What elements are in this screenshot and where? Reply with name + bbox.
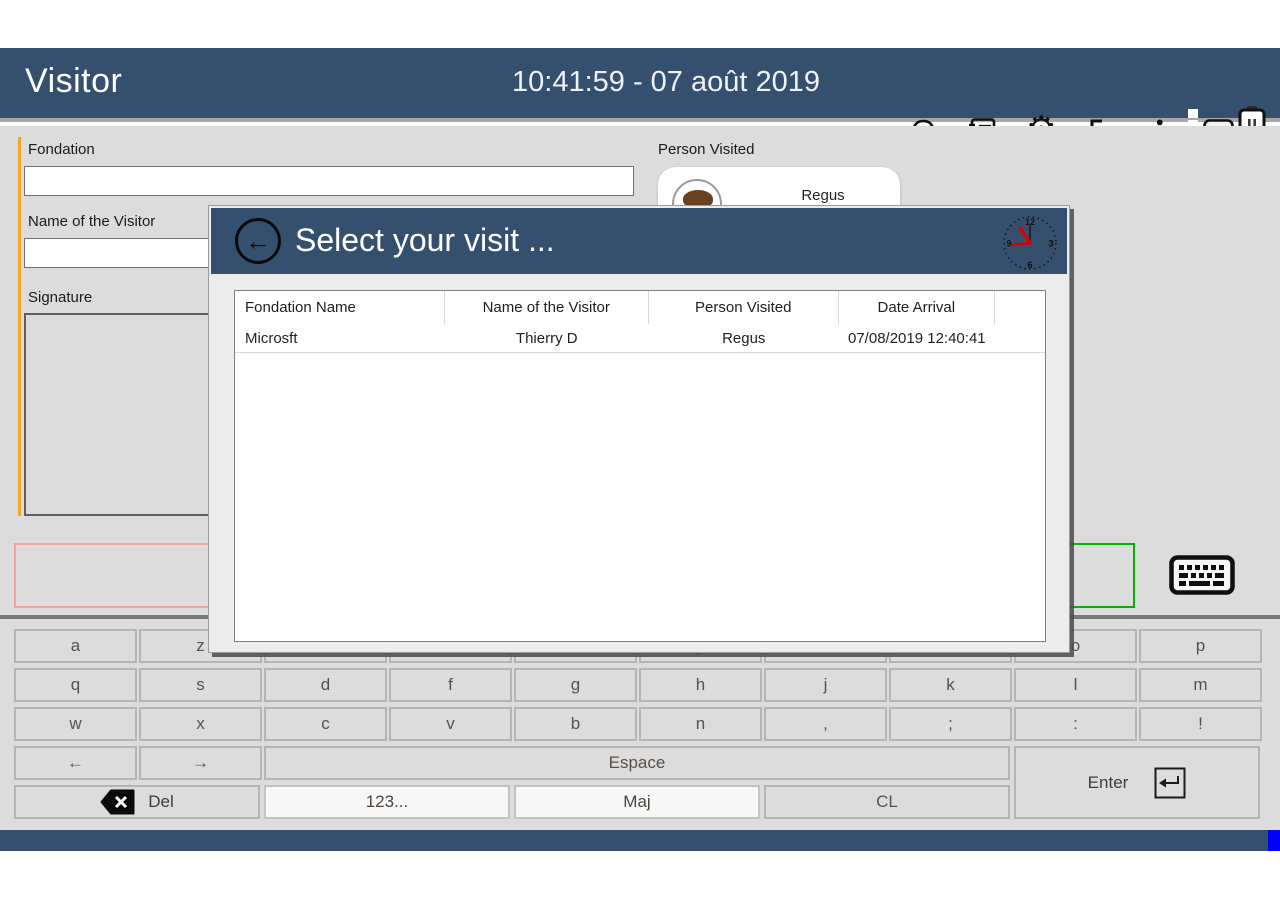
key-cl[interactable]: CL — [764, 785, 1010, 819]
key-n[interactable]: n — [639, 707, 762, 741]
keyboard-icon — [1169, 555, 1235, 595]
signature-label: Signature — [28, 289, 92, 306]
key-space[interactable]: Espace — [264, 746, 1010, 780]
key-w[interactable]: w — [14, 707, 137, 741]
key-123[interactable]: 123... — [264, 785, 510, 819]
key-m[interactable]: m — [1139, 668, 1262, 702]
visitor-kiosk-page: Visitor 10:41:59 - 07 août 2019 ⚙ i — [0, 0, 1280, 900]
key-q[interactable]: q — [14, 668, 137, 702]
enter-return-icon — [1154, 767, 1186, 799]
svg-text:3: 3 — [1048, 239, 1053, 249]
key-d[interactable]: d — [264, 668, 387, 702]
key-del[interactable]: Del — [14, 785, 260, 819]
key-c[interactable]: c — [264, 707, 387, 741]
top-header-bar: Visitor 10:41:59 - 07 août 2019 ⚙ i — [0, 48, 1280, 122]
person-visited-label: Person Visited — [658, 141, 754, 158]
key-enter-label: Enter — [1088, 773, 1129, 793]
visit-list: Fondation NameName of the VisitorPerson … — [234, 290, 1046, 642]
visit-table-row[interactable]: MicrosftThierry DRegus07/08/2019 12:40:4… — [235, 324, 1045, 353]
column-header-2: Person Visited — [649, 291, 839, 324]
visitor-name-label: Name of the Visitor — [28, 213, 155, 230]
modal-title: Select your visit ... — [295, 222, 555, 259]
clock-icon: 12 3 6 9 — [1001, 213, 1059, 273]
show-keyboard-button[interactable] — [1168, 555, 1235, 595]
back-arrow-icon: ← — [245, 228, 271, 254]
bottom-accent-square — [1268, 830, 1280, 851]
key-a[interactable]: a — [14, 629, 137, 663]
key-colon[interactable]: : — [1014, 707, 1137, 741]
row-cell-0: Microsft — [235, 324, 445, 352]
key-h[interactable]: h — [639, 668, 762, 702]
key-arrow-right[interactable]: → — [139, 746, 262, 780]
person-name: Regus — [768, 187, 878, 204]
row-cell-4 — [995, 324, 1045, 352]
fondation-input[interactable] — [24, 166, 634, 196]
key-s[interactable]: s — [139, 668, 262, 702]
row-cell-3: 07/08/2019 12:40:41 — [839, 324, 996, 352]
column-header-1: Name of the Visitor — [445, 291, 649, 324]
key-j[interactable]: j — [764, 668, 887, 702]
key-v[interactable]: v — [389, 707, 512, 741]
svg-text:9: 9 — [1006, 239, 1011, 249]
row-cell-2: Regus — [649, 324, 839, 352]
column-header-4 — [995, 291, 1045, 324]
row-cell-1: Thierry D — [445, 324, 649, 352]
key-exclamation[interactable]: ! — [1139, 707, 1262, 741]
key-f[interactable]: f — [389, 668, 512, 702]
status-square-0 — [1188, 109, 1198, 118]
select-visit-modal: ← Select your visit ... 12 3 6 9 Fondati… — [208, 205, 1070, 653]
key-del-label: Del — [148, 792, 174, 812]
datetime-display: 10:41:59 - 07 août 2019 — [512, 66, 820, 99]
signature-accent-bar — [18, 285, 21, 516]
key-x[interactable]: x — [139, 707, 262, 741]
key-k[interactable]: k — [889, 668, 1012, 702]
key-p[interactable]: p — [1139, 629, 1262, 663]
key-g[interactable]: g — [514, 668, 637, 702]
key-semicolon[interactable]: ; — [889, 707, 1012, 741]
page-title: Visitor — [25, 62, 122, 101]
key-b[interactable]: b — [514, 707, 637, 741]
column-header-0: Fondation Name — [235, 291, 445, 324]
visitor-accent-bar — [18, 209, 21, 289]
back-button[interactable]: ← — [235, 218, 281, 264]
key-comma[interactable]: , — [764, 707, 887, 741]
bottom-bar — [0, 830, 1280, 851]
key-maj[interactable]: Maj — [514, 785, 760, 819]
key-enter[interactable]: Enter — [1014, 746, 1260, 819]
svg-text:6: 6 — [1027, 260, 1032, 270]
key-l[interactable]: l — [1014, 668, 1137, 702]
column-header-3: Date Arrival — [839, 291, 996, 324]
fondation-accent-bar — [18, 137, 21, 217]
modal-header: ← Select your visit ... 12 3 6 9 — [211, 208, 1067, 274]
visit-table-header: Fondation NameName of the VisitorPerson … — [235, 291, 1045, 324]
key-arrow-left[interactable]: ← — [14, 746, 137, 780]
backspace-icon — [100, 789, 136, 815]
fondation-label: Fondation — [28, 141, 95, 158]
